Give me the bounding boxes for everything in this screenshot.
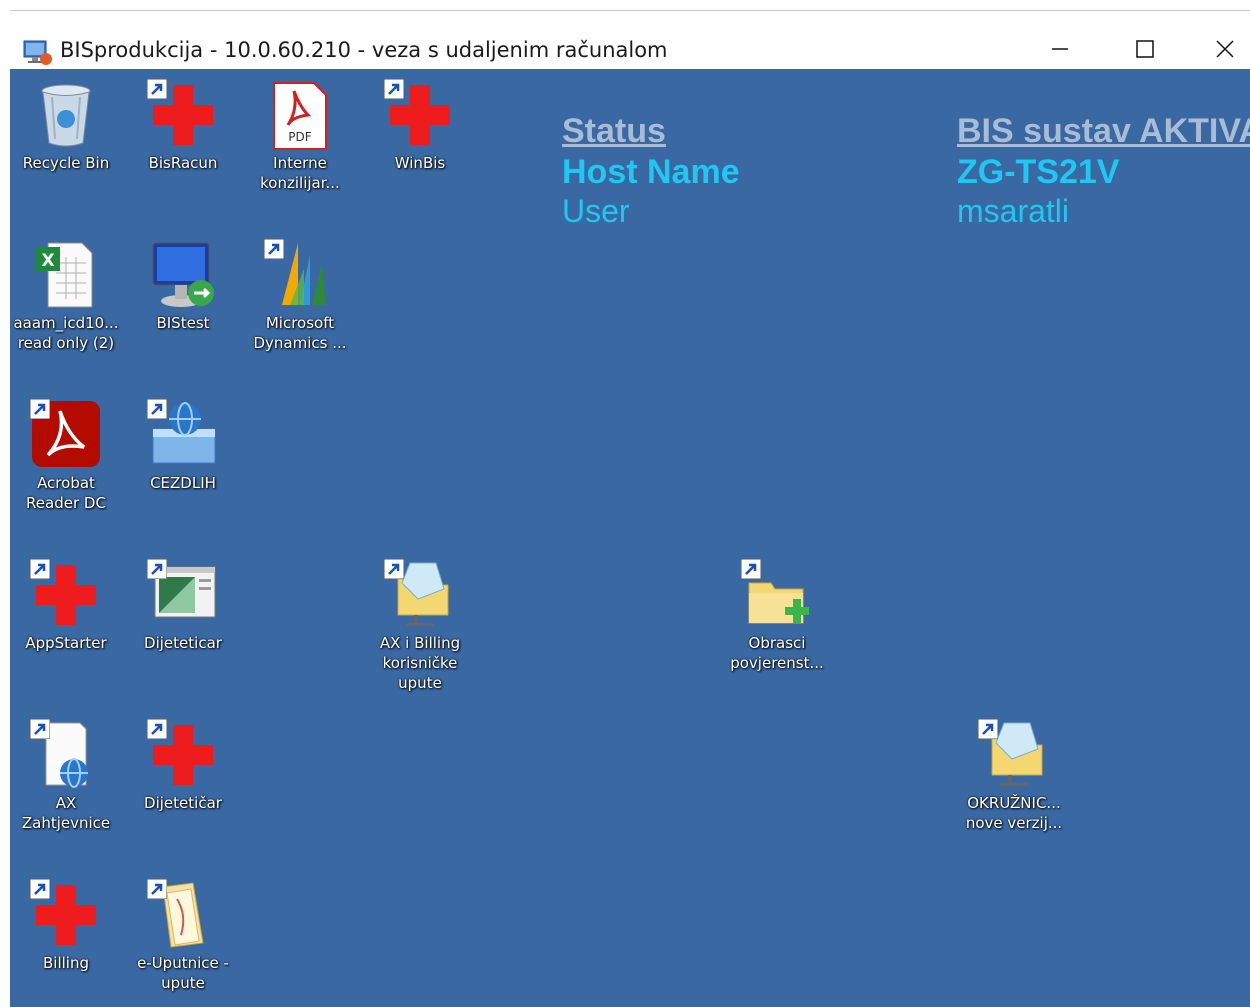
shortcut-arrow-icon [147,79,167,99]
desktop-icon-label: Acrobat Reader DC [26,474,106,512]
shortcut-arrow-icon [147,719,167,739]
desktop-icon-label: Interne konzilijar... [260,154,340,192]
svg-text:PDF: PDF [288,130,311,144]
acrobat-reader-icon [30,399,102,471]
recycle-bin-icon [30,79,102,151]
shortcut-arrow-icon [147,559,167,579]
desktop-icon-ax-zahtjevnice[interactable]: AX Zahtjevnice [10,719,122,833]
bginfo-status-label: Status [562,112,666,150]
shortcut-arrow-icon [147,879,167,899]
bginfo-user-value: msaratli [957,193,1070,229]
shortcut-arrow-icon [978,719,998,739]
desktop-icon-appstarter[interactable]: AppStarter [10,559,122,653]
minimize-icon [1050,39,1070,63]
desktop-icon-dijetetičar[interactable]: Dijetetičar [127,719,239,813]
desktop-icon-recycle-bin[interactable]: Recycle Bin [10,79,122,173]
desktop-icon-label: BIStest [156,314,210,332]
folder-document-icon [147,879,219,951]
network-folder-icon [384,559,456,631]
remote-desktop-icon [147,239,219,311]
pdf-file-icon: PDF [264,79,336,151]
desktop-icon-obrasci-povjerenst[interactable]: Obrasci povjerenst... [721,559,833,673]
shortcut-arrow-icon [384,559,404,579]
desktop-icon-label: BisRacun [148,154,218,172]
desktop-icon-label: WinBis [394,154,446,172]
desktop-icon-label: CEZDLIH [150,474,216,492]
desktop-icon-bisracun[interactable]: BisRacun [127,79,239,173]
title-bar[interactable]: BISprodukcija - 10.0.60.210 - veza s uda… [0,11,1250,69]
shortcut-arrow-icon [30,879,50,899]
desktop-icon-label: Microsoft Dynamics ... [253,314,347,352]
maximize-icon [1135,39,1155,63]
red-cross-icon [147,79,219,151]
red-cross-icon [147,719,219,791]
desktop-icon-aaam-icd10[interactable]: X aaam_icd10... read only (2) [10,239,122,353]
desktop-icon-label: Recycle Bin [22,154,110,172]
desktop-icon-label: Obrasci povjerenst... [730,634,824,672]
shortcut-arrow-icon [147,399,167,419]
bginfo-status-value: BIS sustav AKTIVAN [957,112,1250,150]
excel-file-icon: X [30,239,102,311]
red-cross-icon [30,879,102,951]
shortcut-arrow-icon [384,79,404,99]
dynamics-icon [264,239,336,311]
desktop-icon-label: Billing [43,954,89,972]
bginfo-host-value: ZG-TS21V [957,153,1120,191]
desktop-icon-label: Dijeteticar [144,634,222,652]
desktop-icon-cezdlih[interactable]: CEZDLIH [127,399,239,493]
desktop-icon-label: e-Uputnice - upute [137,954,229,992]
remote-desktop[interactable]: Status BIS sustav AKTIVAN Host Name ZG-T… [10,69,1250,1007]
bginfo-user-label: User [562,193,630,229]
desktop-icon-microsoft-dynamics[interactable]: Microsoft Dynamics ... [244,239,356,353]
desktop-icon-winbis[interactable]: WinBis [364,79,476,173]
shortcut-arrow-icon [264,239,284,259]
shortcut-arrow-icon [30,399,50,419]
desktop-icon-ax-billing-upute[interactable]: AX i Billing korisničke upute [364,559,476,693]
red-cross-icon [30,559,102,631]
desktop-icon-acrobat-reader[interactable]: Acrobat Reader DC [10,399,122,513]
desktop-icon-bistest[interactable]: BIStest [127,239,239,333]
desktop-icon-label: AX i Billing korisničke upute [379,634,461,692]
svg-text:X: X [41,251,54,271]
remote-desktop-window: BISprodukcija - 10.0.60.210 - veza s uda… [0,0,1250,1007]
shortcut-arrow-icon [30,719,50,739]
desktop-icon-interne-konzilijar[interactable]: PDF Interne konzilijar... [244,79,356,193]
desktop-icon-e-uputnice[interactable]: e-Uputnice - upute [127,879,239,993]
shortcut-arrow-icon [741,559,761,579]
desktop-icon-label: AX Zahtjevnice [21,794,111,832]
desktop-icon-label: OKRUŽNIC... nove verzij... [965,794,1063,832]
maximize-button[interactable] [1120,31,1170,71]
desktop-icon-billing[interactable]: Billing [10,879,122,973]
close-button[interactable] [1200,31,1250,71]
remote-desktop-app-icon [20,35,54,69]
desktop-icon-dijeteticar[interactable]: Dijeteticar [127,559,239,653]
minimize-button[interactable] [1035,31,1085,71]
desktop-icon-label: aaam_icd10... read only (2) [13,314,119,352]
desktop-icon-label: Dijetetičar [144,794,222,812]
network-globe-icon [147,399,219,471]
desktop-icon-okruznice[interactable]: OKRUŽNIC... nove verzij... [958,719,1070,833]
app-window-icon [147,559,219,631]
window-title: BISprodukcija - 10.0.60.210 - veza s uda… [60,38,668,62]
close-icon [1214,38,1236,64]
folder-add-icon [741,559,813,631]
bginfo-host-label: Host Name [562,153,740,191]
web-document-icon [30,719,102,791]
shortcut-arrow-icon [30,559,50,579]
desktop-icon-label: AppStarter [25,634,107,652]
red-cross-icon [384,79,456,151]
network-folder-icon [978,719,1050,791]
